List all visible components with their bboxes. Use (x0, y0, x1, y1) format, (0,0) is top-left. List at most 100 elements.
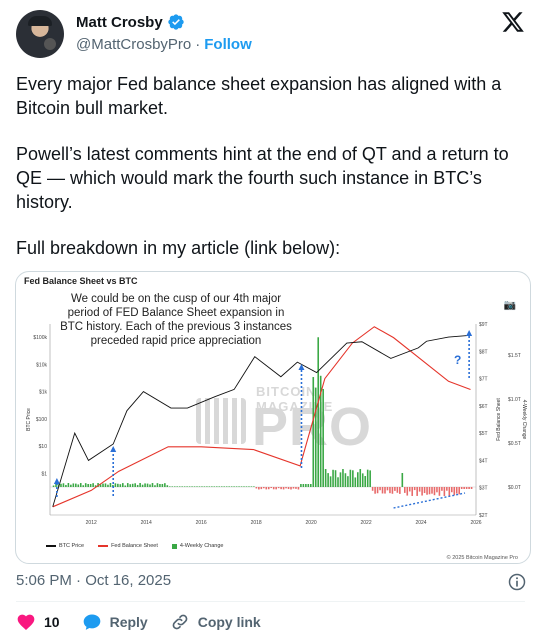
change-bar (354, 477, 357, 487)
change-bar (295, 487, 297, 489)
arrow-2019-head (298, 364, 305, 370)
change-bar (465, 487, 468, 489)
tweet-text: Every major Fed balance sheet expansion … (16, 72, 526, 282)
change-bar (322, 388, 324, 487)
change-bar (102, 483, 104, 487)
change-bar (213, 486, 216, 487)
change-bar (181, 486, 183, 487)
change-bar (426, 487, 428, 495)
change-bar (342, 469, 344, 487)
x-tick-label: 2016 (196, 520, 207, 526)
info-icon[interactable] (507, 572, 527, 592)
tweet-timestamp[interactable]: 5:06 PM · Oct 16, 2025 (16, 572, 171, 589)
author-name[interactable]: Matt Crosby (76, 14, 163, 31)
change-bar (421, 487, 423, 496)
change-bar (104, 483, 107, 487)
follow-button[interactable]: Follow (204, 36, 252, 53)
fed-balance-line (52, 326, 471, 508)
arrow-2010-head (53, 478, 60, 484)
change-bar (235, 486, 238, 487)
change-bar (126, 483, 129, 487)
change-bar (272, 487, 275, 490)
y-right2-tick-label: $1.0T (508, 397, 521, 403)
change-bar (366, 469, 369, 487)
change-bar (171, 486, 174, 487)
change-bar (225, 486, 228, 487)
change-bar (228, 486, 230, 487)
change-bar (169, 486, 171, 487)
change-bar (455, 487, 458, 494)
change-bar (114, 483, 117, 487)
change-bar (334, 470, 337, 487)
change-bar (344, 473, 347, 487)
change-bar (401, 473, 404, 487)
change-bar (275, 487, 277, 490)
change-bar (403, 487, 406, 493)
change-bar (376, 487, 379, 494)
avatar[interactable] (16, 10, 64, 58)
y-right-tick-label: $9T (479, 322, 488, 328)
change-bar (450, 487, 453, 493)
x-tick-label: 2022 (361, 520, 372, 526)
change-bar (292, 487, 295, 489)
change-bar (277, 487, 280, 489)
change-bar (263, 487, 265, 489)
change-bar (124, 485, 127, 487)
copy-link-button[interactable]: Copy link (170, 612, 261, 632)
change-bar (253, 486, 255, 487)
tweet-media-image[interactable]: Fed Balance Sheet vs BTC 📷 BITCOIN MAGAZ… (15, 271, 531, 564)
y-left-axis-label: BTC Price (26, 408, 32, 431)
change-bar (406, 487, 409, 496)
change-bar (352, 470, 354, 487)
change-bar (188, 486, 191, 487)
change-bar (258, 487, 260, 490)
change-bar (233, 486, 235, 487)
arrow-2012-head (110, 446, 117, 452)
author-handle[interactable]: @MattCrosbyPro (76, 36, 191, 53)
link-icon (172, 614, 188, 630)
change-bar (285, 487, 287, 489)
legend-item-fed: Fed Balance Sheet (98, 543, 158, 549)
change-bar (327, 473, 329, 487)
chart-annotation: We could be on the cusp of our 4th major… (60, 293, 292, 347)
x-tick-label: 2026 (470, 520, 481, 526)
change-bar (384, 487, 386, 494)
change-bar (72, 483, 75, 487)
change-bar (154, 485, 156, 487)
change-bar (255, 487, 258, 489)
change-bar (186, 486, 188, 487)
change-bar (290, 487, 292, 490)
change-bar (218, 486, 221, 487)
change-bar (89, 483, 92, 487)
question-mark-label: ? (454, 353, 461, 367)
change-bar (394, 487, 396, 491)
change-bar (347, 476, 349, 487)
change-bar (201, 486, 203, 487)
change-bar (198, 486, 201, 487)
change-bar (371, 487, 374, 491)
y-right2-axis-label: 4-Weekly Change (521, 400, 527, 440)
change-bar (386, 487, 389, 491)
change-bar (166, 485, 169, 487)
change-bar (245, 486, 248, 487)
change-bar (156, 483, 159, 487)
reply-button[interactable]: Reply (82, 612, 148, 632)
change-bar (159, 483, 161, 487)
change-bar (131, 483, 134, 487)
change-bar (136, 484, 139, 487)
tweet-header: Matt Crosby @MattCrosbyPro · Follow (16, 8, 525, 60)
y-left-tick-label: $100k (33, 335, 47, 341)
change-bar (332, 469, 334, 487)
legend-item-btc: BTC Price (46, 543, 84, 549)
change-bar (307, 484, 310, 487)
author-handle-row: @MattCrosbyPro · Follow (76, 36, 252, 53)
x-logo-icon[interactable] (501, 10, 525, 34)
change-bar (67, 483, 70, 487)
change-bar (107, 484, 109, 487)
change-bar (463, 487, 465, 489)
change-bar (52, 485, 55, 487)
change-bar (282, 487, 285, 490)
change-bar (411, 487, 414, 496)
like-button[interactable]: 10 (16, 612, 60, 632)
change-bar (250, 486, 253, 487)
